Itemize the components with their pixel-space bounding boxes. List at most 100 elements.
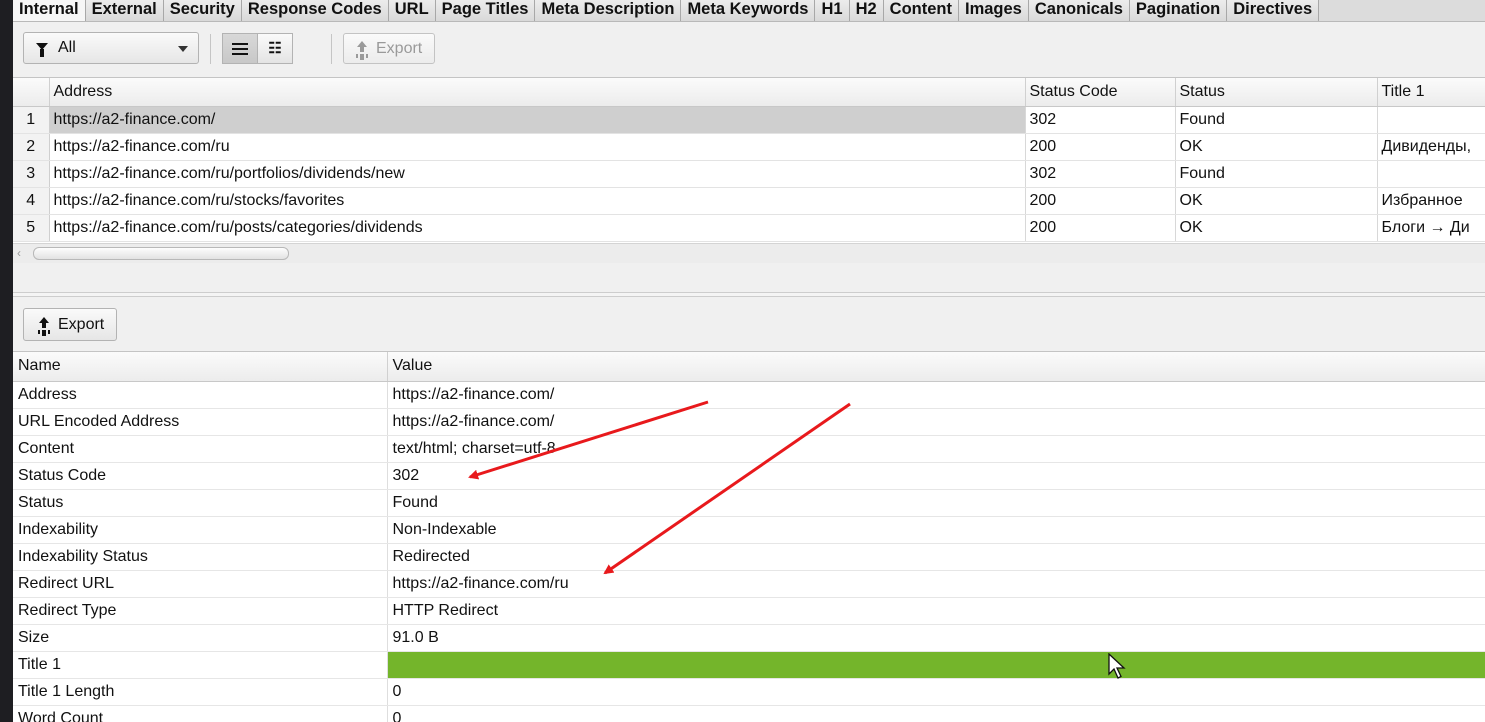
- scrollbar-thumb[interactable]: [33, 247, 289, 260]
- cell-title-1[interactable]: Дивиденды,: [1377, 133, 1485, 161]
- details-export-button[interactable]: Export: [23, 308, 118, 341]
- cell-address[interactable]: https://a2-finance.com/ru: [49, 133, 1026, 161]
- column-header-name[interactable]: Name: [13, 352, 388, 382]
- column-header-index[interactable]: [13, 78, 50, 107]
- row-number: 2: [13, 133, 50, 161]
- detail-name: Title 1: [13, 651, 388, 679]
- tab-page-titles[interactable]: Page Titles: [435, 0, 536, 21]
- detail-value: Non-Indexable: [387, 516, 1485, 544]
- detail-row[interactable]: URL Encoded Address https://a2-finance.co…: [13, 408, 1485, 436]
- tab-canonicals[interactable]: Canonicals: [1028, 0, 1130, 21]
- detail-value: https://a2-finance.com/: [387, 408, 1485, 436]
- cell-status[interactable]: OK: [1175, 214, 1378, 242]
- cell-address[interactable]: https://a2-finance.com/ru/stocks/favorit…: [49, 187, 1026, 215]
- export-icon: [354, 40, 370, 57]
- tab-external[interactable]: External: [85, 0, 164, 21]
- cell-title-1[interactable]: Избранное: [1377, 187, 1485, 215]
- detail-row[interactable]: Indexability Status Redirected: [13, 543, 1485, 571]
- row-number: 3: [13, 160, 50, 188]
- detail-row[interactable]: Title 1 Length 0: [13, 678, 1485, 706]
- tab-bar: Internal External Security Response Code…: [13, 0, 1485, 22]
- detail-row-highlighted[interactable]: Title 1: [13, 651, 1485, 679]
- table-row[interactable]: 3 https://a2-finance.com/ru/portfolios/d…: [13, 160, 1485, 188]
- cell-status-code[interactable]: 200: [1025, 214, 1176, 242]
- tab-h2[interactable]: H2: [849, 0, 884, 21]
- cell-title-1[interactable]: [1377, 106, 1485, 134]
- table-row[interactable]: 2 https://a2-finance.com/ru 200 OK Дивид…: [13, 133, 1485, 161]
- tab-directives[interactable]: Directives: [1227, 0, 1320, 21]
- cell-status-code[interactable]: 200: [1025, 187, 1176, 215]
- cell-status-code[interactable]: 200: [1025, 133, 1176, 161]
- horizontal-scrollbar[interactable]: ‹: [13, 243, 1485, 263]
- detail-row[interactable]: Indexability Non-Indexable: [13, 516, 1485, 544]
- tab-internal[interactable]: Internal: [13, 0, 86, 21]
- table-row[interactable]: 4 https://a2-finance.com/ru/stocks/favor…: [13, 187, 1485, 215]
- row-number: 5: [13, 214, 50, 242]
- list-view-button[interactable]: [222, 33, 258, 64]
- url-grid: Address Status Code Status Title 1 1 htt…: [13, 77, 1485, 243]
- tab-meta-keywords[interactable]: Meta Keywords: [681, 0, 816, 21]
- column-header-status[interactable]: Status: [1175, 78, 1378, 107]
- tab-images[interactable]: Images: [959, 0, 1029, 21]
- column-header-address[interactable]: Address: [49, 78, 1026, 107]
- detail-value: 302: [387, 462, 1485, 490]
- detail-value: text/html; charset=utf-8: [387, 435, 1485, 463]
- cell-status-code[interactable]: 302: [1025, 160, 1176, 188]
- detail-name: Status Code: [13, 462, 388, 490]
- tab-meta-description[interactable]: Meta Description: [535, 0, 682, 21]
- tab-url[interactable]: URL: [388, 0, 436, 21]
- detail-row[interactable]: Redirect Type HTTP Redirect: [13, 597, 1485, 625]
- detail-row[interactable]: Address https://a2-finance.com/: [13, 381, 1485, 409]
- tab-h1[interactable]: H1: [815, 0, 850, 21]
- column-header-status-code[interactable]: Status Code: [1025, 78, 1176, 107]
- detail-name: Status: [13, 489, 388, 517]
- tab-security[interactable]: Security: [163, 0, 242, 21]
- filter-value: All: [58, 39, 76, 56]
- detail-name: Content: [13, 435, 388, 463]
- column-header-value[interactable]: Value: [387, 352, 1485, 382]
- cell-title-1[interactable]: [1377, 160, 1485, 188]
- table-row[interactable]: 1 https://a2-finance.com/ 302 Found: [13, 106, 1485, 134]
- detail-name: Indexability Status: [13, 543, 388, 571]
- detail-value: https://a2-finance.com/: [387, 381, 1485, 409]
- panel-splitter[interactable]: [13, 292, 1485, 297]
- cell-address[interactable]: https://a2-finance.com/: [49, 106, 1026, 134]
- detail-row[interactable]: Content text/html; charset=utf-8: [13, 435, 1485, 463]
- export-button-disabled[interactable]: Export: [343, 33, 436, 64]
- table-row[interactable]: 5 https://a2-finance.com/ru/posts/catego…: [13, 214, 1485, 242]
- detail-value: 0: [387, 705, 1485, 722]
- tab-pagination[interactable]: Pagination: [1129, 0, 1228, 21]
- details-export-label: Export: [58, 315, 105, 333]
- detail-name: Word Count: [13, 705, 388, 722]
- cell-address[interactable]: https://a2-finance.com/ru/posts/categori…: [49, 214, 1026, 242]
- cell-status[interactable]: OK: [1175, 187, 1378, 215]
- tab-response-codes[interactable]: Response Codes: [241, 0, 389, 21]
- toolbar: All ☷ Export: [13, 26, 1485, 72]
- detail-row[interactable]: Status Code 302: [13, 462, 1485, 490]
- seo-spider-window: Internal External Security Response Code…: [13, 0, 1485, 722]
- mouse-cursor-icon: [1108, 653, 1126, 679]
- detail-row[interactable]: Word Count 0: [13, 705, 1485, 722]
- toolbar-divider: [331, 34, 332, 64]
- detail-name: Redirect URL: [13, 570, 388, 598]
- toolbar-divider: [210, 34, 211, 64]
- cell-status[interactable]: Found: [1175, 106, 1378, 134]
- detail-row[interactable]: Size 91.0 B: [13, 624, 1485, 652]
- detail-name: Indexability: [13, 516, 388, 544]
- cell-title-1[interactable]: Блоги → Ди: [1377, 214, 1485, 242]
- filter-dropdown[interactable]: All: [23, 32, 199, 64]
- row-number: 1: [13, 106, 50, 134]
- detail-row[interactable]: Status Found: [13, 489, 1485, 517]
- detail-value-highlighted: [387, 651, 1485, 679]
- detail-name: Address: [13, 381, 388, 409]
- cell-address[interactable]: https://a2-finance.com/ru/portfolios/div…: [49, 160, 1026, 188]
- column-header-title-1[interactable]: Title 1: [1377, 78, 1485, 107]
- cell-status[interactable]: Found: [1175, 160, 1378, 188]
- scroll-left-icon[interactable]: ‹: [17, 246, 21, 260]
- filter-icon: [36, 42, 48, 57]
- cell-status[interactable]: OK: [1175, 133, 1378, 161]
- detail-row[interactable]: Redirect URL https://a2-finance.com/ru: [13, 570, 1485, 598]
- cell-status-code[interactable]: 302: [1025, 106, 1176, 134]
- tab-content[interactable]: Content: [883, 0, 959, 21]
- tree-view-button[interactable]: ☷: [257, 33, 293, 64]
